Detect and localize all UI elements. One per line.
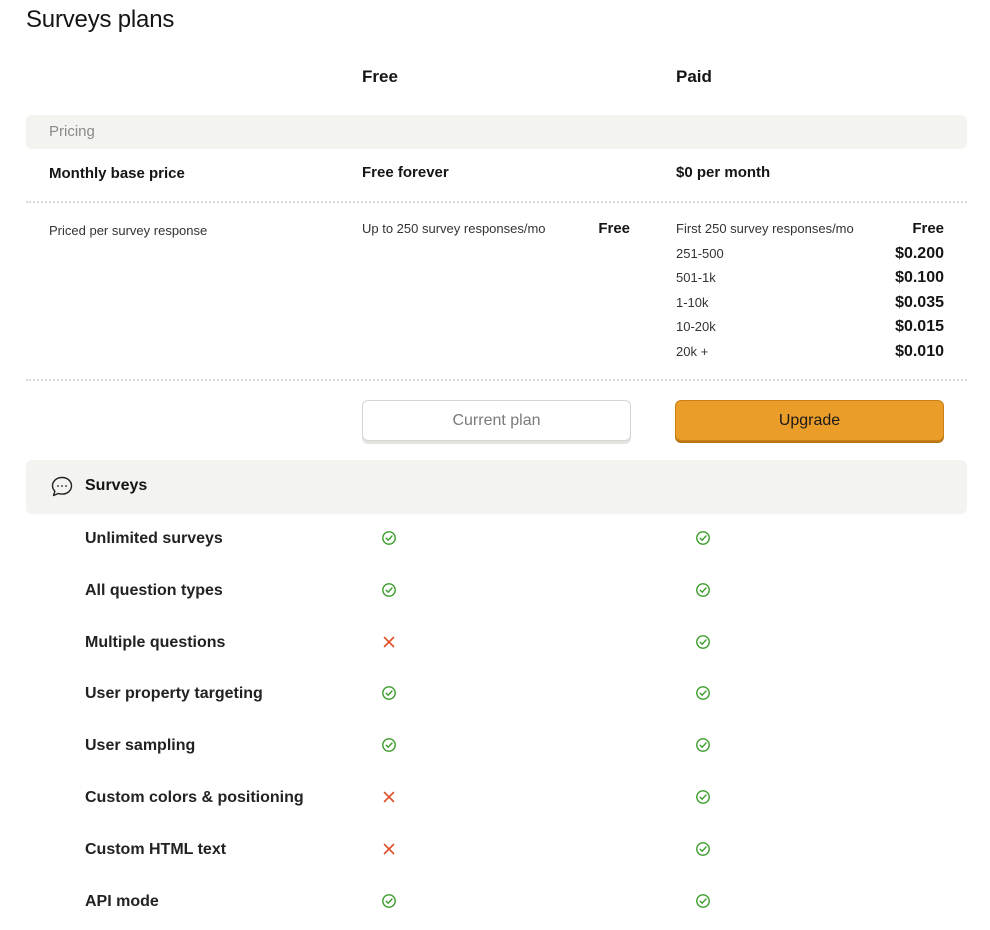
pricing-section-header: Pricing <box>26 115 967 149</box>
tier-price: $0.015 <box>895 318 944 336</box>
feature-label: User sampling <box>85 737 196 755</box>
feature-row: User sampling <box>0 737 990 789</box>
feature-label: Custom colors & positioning <box>85 789 304 806</box>
cross-icon <box>381 789 397 805</box>
check-icon <box>381 893 397 909</box>
paid-tier-row: 501-1k $0.100 <box>676 269 944 294</box>
page-title: Surveys plans <box>26 6 175 33</box>
feature-row: Unlimited surveys <box>0 530 990 582</box>
check-icon <box>695 789 711 805</box>
check-icon <box>381 530 397 546</box>
pricing-section-label: Pricing <box>49 123 95 140</box>
paid-tier-row: First 250 survey responses/mo Free <box>676 220 944 245</box>
paid-tier-row: 20k + $0.010 <box>676 343 944 368</box>
plan-header-paid: Paid <box>676 67 712 86</box>
tier-name: 20k + <box>676 343 709 359</box>
tier-price: $0.035 <box>895 293 944 311</box>
paid-tier-list: First 250 survey responses/mo Free 251-5… <box>676 220 944 368</box>
tier-price: $0.200 <box>895 244 944 262</box>
monthly-base-price-label: Monthly base price <box>49 165 185 182</box>
feature-row: API mode <box>0 893 990 930</box>
check-icon <box>695 737 711 753</box>
check-icon <box>381 685 397 701</box>
tier-name: 10-20k <box>676 319 716 335</box>
tier-price: Free <box>598 220 630 237</box>
feature-row: Custom HTML text <box>0 841 990 893</box>
paid-tier-row: 251-500 $0.200 <box>676 245 944 270</box>
check-icon <box>381 582 397 598</box>
tier-price: Free <box>912 220 944 237</box>
surveys-section-header: Surveys <box>26 460 967 514</box>
monthly-base-price-free: Free forever <box>362 164 449 181</box>
feature-label: All question types <box>85 581 223 599</box>
tier-name: 501-1k <box>676 270 716 286</box>
feature-label: Custom HTML text <box>85 840 227 858</box>
per-response-label: Priced per survey response <box>49 223 208 238</box>
plan-header-free: Free <box>362 67 398 86</box>
chat-bubble-icon <box>51 476 73 497</box>
check-icon <box>695 841 711 857</box>
feature-label: API mode <box>85 892 159 910</box>
tier-name: Up to 250 survey responses/mo <box>362 221 546 236</box>
current-plan-button[interactable]: Current plan <box>362 400 631 441</box>
check-icon <box>381 737 397 753</box>
paid-tier-row: 10-20k $0.015 <box>676 318 944 343</box>
feature-row: Multiple questions <box>0 634 990 686</box>
free-tier-row: Up to 250 survey responses/mo Free <box>362 220 630 237</box>
paid-tier-row: 1-10k $0.035 <box>676 294 944 319</box>
feature-label: User property targeting <box>85 685 263 703</box>
feature-label: Unlimited surveys <box>85 530 223 547</box>
feature-row: User property targeting <box>0 685 990 737</box>
divider <box>26 201 967 203</box>
monthly-base-price-paid: $0 per month <box>676 164 771 181</box>
check-icon <box>695 582 711 598</box>
check-icon <box>695 530 711 546</box>
check-icon <box>695 634 711 650</box>
upgrade-button[interactable]: Upgrade <box>675 400 944 441</box>
tier-name: 1-10k <box>676 294 709 310</box>
tier-name: First 250 survey responses/mo <box>676 221 854 236</box>
divider <box>26 379 967 381</box>
feature-row: All question types <box>0 582 990 634</box>
feature-row: Custom colors & positioning <box>0 789 990 841</box>
feature-label: Multiple questions <box>85 633 226 651</box>
surveys-section-label: Surveys <box>85 477 148 494</box>
check-icon <box>695 893 711 909</box>
check-icon <box>695 685 711 701</box>
tier-name: 251-500 <box>676 245 724 261</box>
cross-icon <box>381 634 397 650</box>
cross-icon <box>381 841 397 857</box>
tier-price: $0.010 <box>895 342 944 360</box>
tier-price: $0.100 <box>895 269 944 287</box>
